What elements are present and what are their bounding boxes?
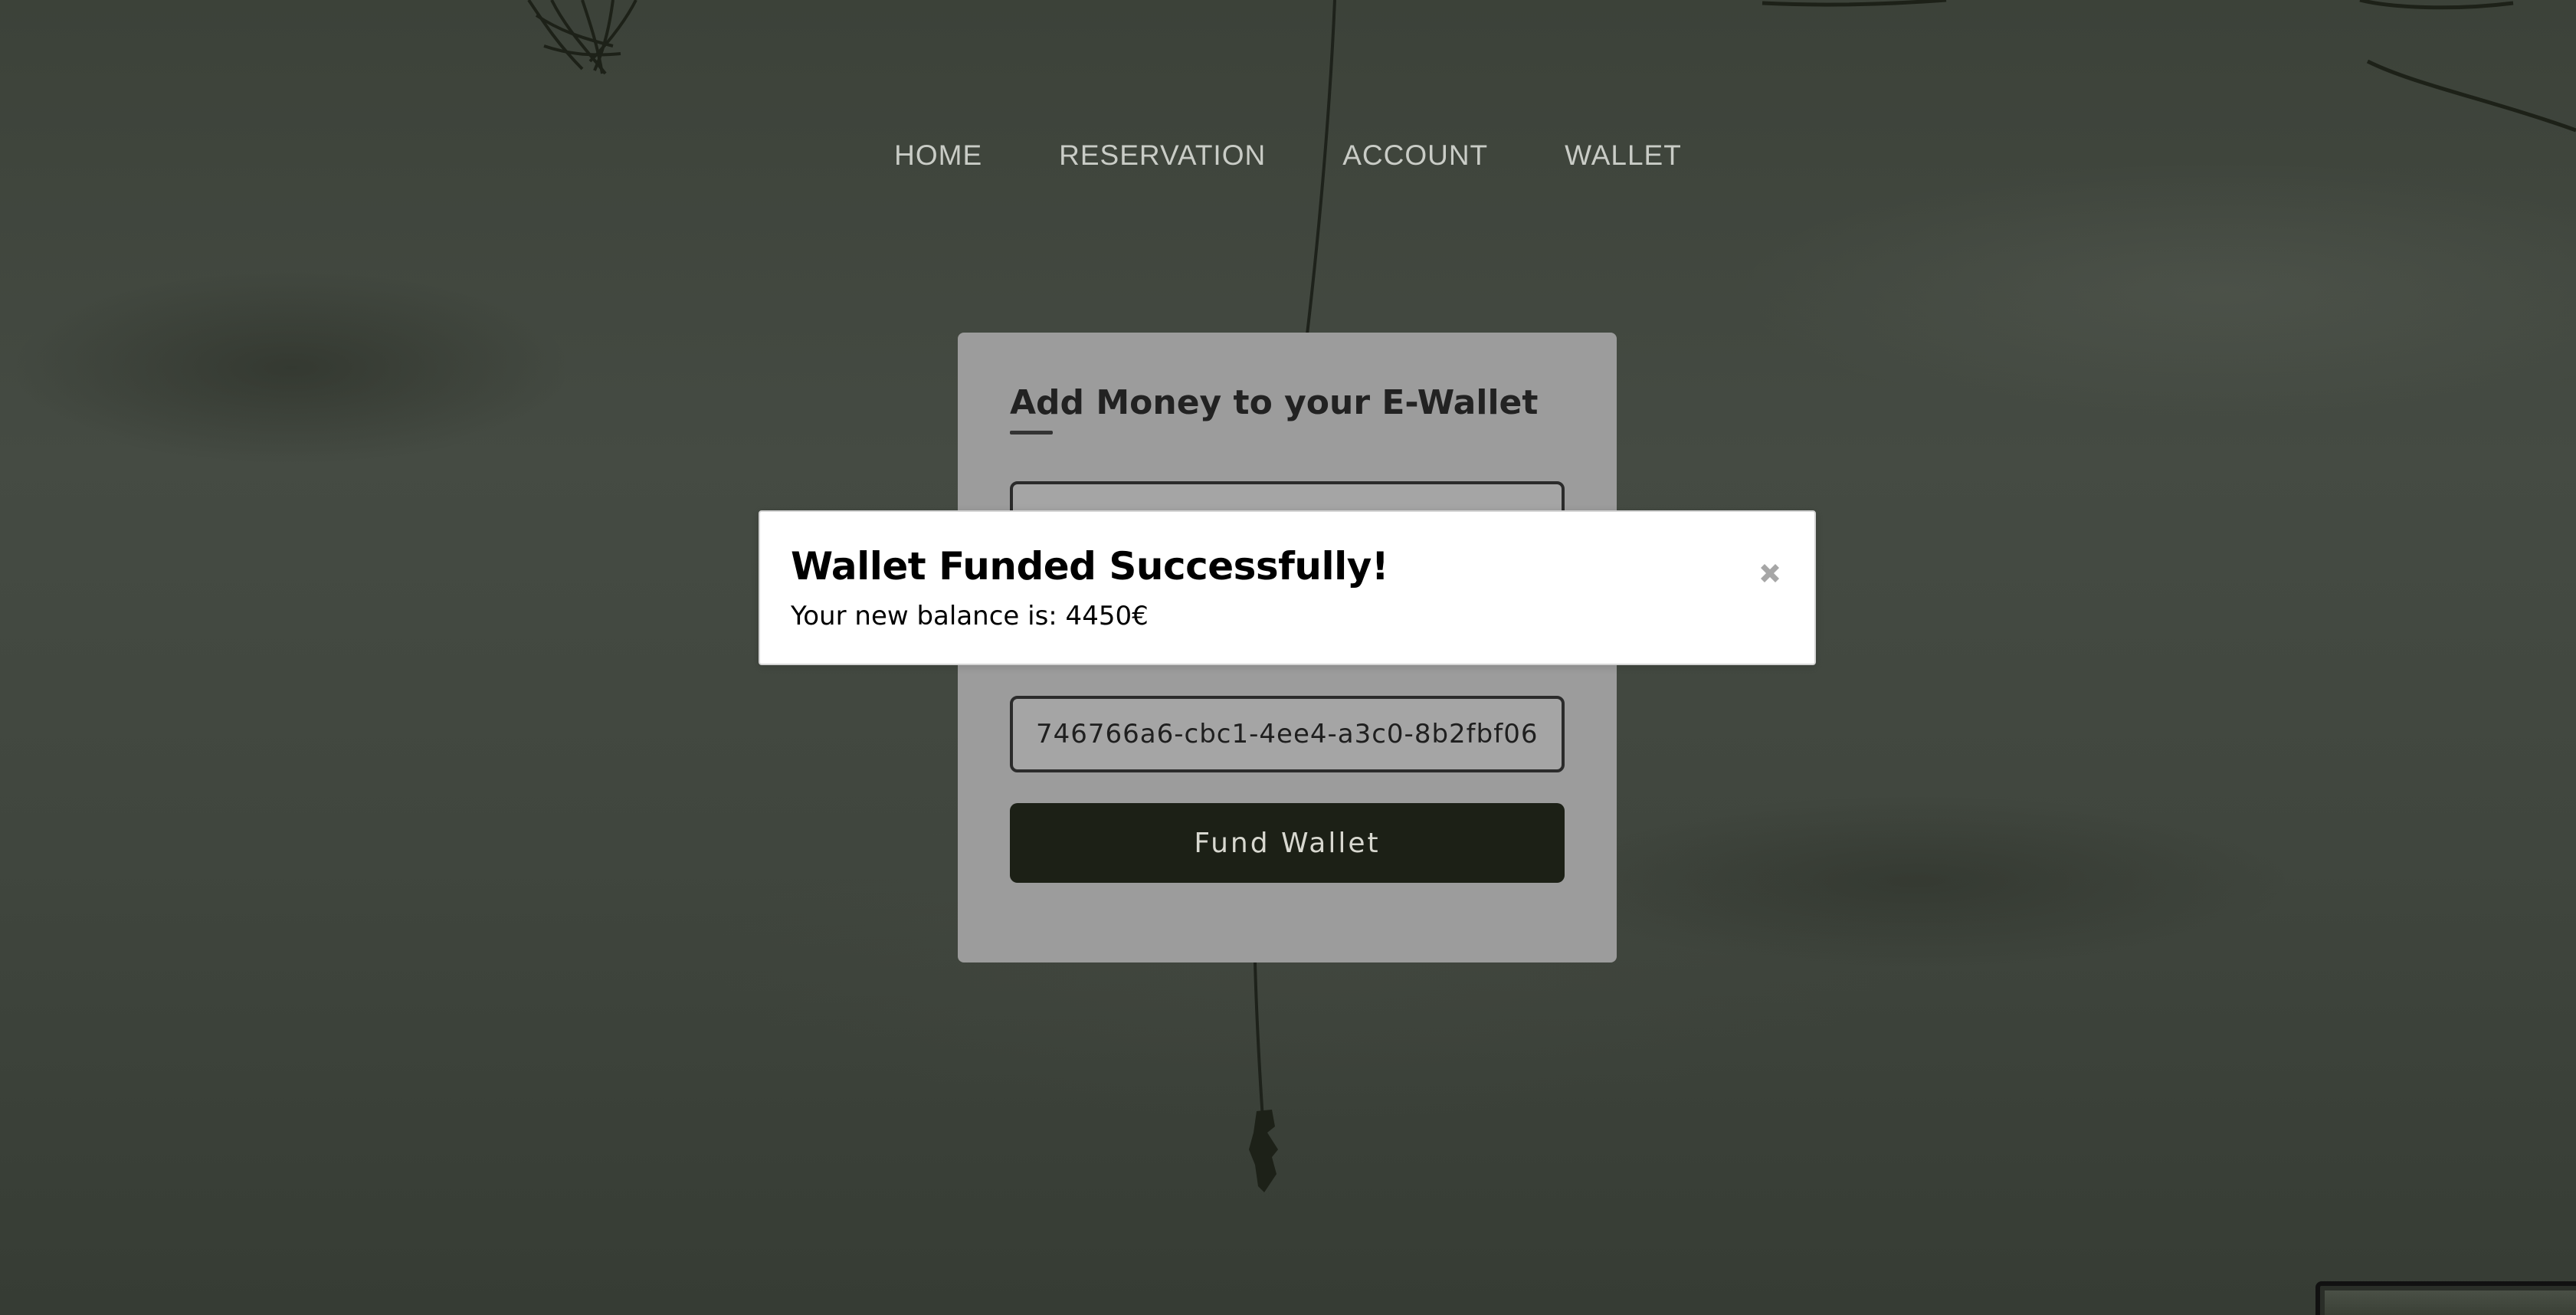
main-navigation: HOME RESERVATION ACCOUNT WALLET (0, 139, 2576, 172)
nav-item-account[interactable]: ACCOUNT (1342, 139, 1488, 172)
form-title: Add Money to your E-Wallet (1010, 383, 1539, 422)
nav-item-home[interactable]: HOME (894, 139, 982, 172)
success-modal: Wallet Funded Successfully! Your new bal… (759, 510, 1816, 665)
preview-thumbnail[interactable] (2315, 1281, 2576, 1315)
nav-item-reservation[interactable]: RESERVATION (1059, 139, 1266, 172)
modal-title: Wallet Funded Successfully! (791, 544, 1389, 589)
fund-wallet-button[interactable]: Fund Wallet (1010, 803, 1565, 883)
modal-message: Your new balance is: 4450€ (791, 601, 1149, 631)
close-icon[interactable] (1752, 555, 1788, 592)
card-number-input[interactable] (1010, 696, 1565, 772)
nav-item-wallet[interactable]: WALLET (1565, 139, 1682, 172)
title-underline (1010, 431, 1053, 435)
preview-thumbnail-content (2325, 1290, 2576, 1315)
